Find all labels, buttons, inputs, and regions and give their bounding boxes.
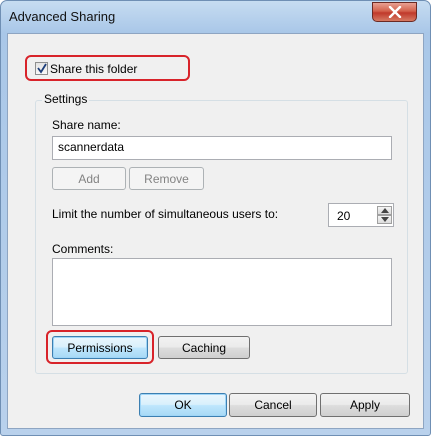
share-name-value: scannerdata <box>58 140 125 154</box>
advanced-sharing-dialog: Advanced Sharing Share this folder Setti… <box>0 0 431 436</box>
apply-button[interactable]: Apply <box>320 393 410 417</box>
cancel-button-label: Cancel <box>254 398 292 412</box>
limit-users-label: Limit the number of simultaneous users t… <box>52 207 279 221</box>
window-title: Advanced Sharing <box>9 9 116 24</box>
add-button[interactable]: Add <box>52 167 126 190</box>
add-button-label: Add <box>78 171 100 186</box>
close-button[interactable] <box>372 2 417 22</box>
comments-label: Comments: <box>52 242 114 256</box>
dialog-client-area: Share this folder Settings Share name: s… <box>7 33 424 429</box>
comments-textarea[interactable] <box>52 258 392 326</box>
caching-button-label: Caching <box>181 340 227 355</box>
remove-button-label: Remove <box>144 171 189 186</box>
permissions-button[interactable]: Permissions <box>52 336 148 359</box>
share-name-input[interactable]: scannerdata <box>52 136 392 160</box>
share-folder-checkbox[interactable] <box>35 62 48 75</box>
apply-button-label: Apply <box>349 398 381 412</box>
limit-users-spinbox[interactable]: 20 <box>328 203 394 227</box>
share-name-label: Share name: <box>52 118 121 132</box>
caching-button[interactable]: Caching <box>158 336 250 359</box>
limit-users-value: 20 <box>337 209 351 223</box>
share-folder-label[interactable]: Share this folder <box>50 62 137 76</box>
ok-button[interactable]: OK <box>139 393 227 417</box>
permissions-button-label: Permissions <box>67 340 133 355</box>
title-bar[interactable]: Advanced Sharing <box>1 1 430 33</box>
remove-button[interactable]: Remove <box>129 167 204 190</box>
spin-up-button[interactable] <box>377 206 392 215</box>
cancel-button[interactable]: Cancel <box>229 393 317 417</box>
settings-group-label: Settings <box>42 92 90 106</box>
spin-down-button[interactable] <box>377 215 392 224</box>
ok-button-label: OK <box>174 398 192 412</box>
